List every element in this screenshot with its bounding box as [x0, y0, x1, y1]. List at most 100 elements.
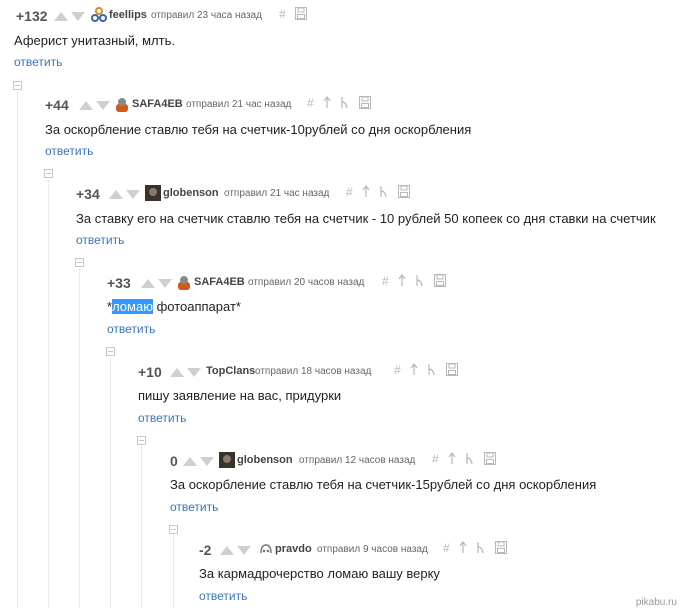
comment-actions: # [382, 274, 452, 290]
comment-actions: # [279, 7, 313, 23]
arrow-up-icon[interactable] [459, 541, 467, 555]
vote-down-icon[interactable] [237, 546, 251, 555]
vote-controls [109, 190, 143, 200]
arrow-up-icon[interactable] [448, 452, 456, 466]
comment-text: За оскорбление ставлю тебя на счетчик-15… [170, 477, 597, 492]
comment-author[interactable]: SAFA4EB [194, 276, 245, 288]
comment-actions: # [394, 363, 464, 379]
vote-up-icon[interactable] [109, 190, 123, 199]
vote-down-icon[interactable] [71, 12, 85, 21]
collapse-toggle-icon[interactable] [75, 258, 84, 267]
avatar[interactable] [258, 541, 274, 557]
link-icon[interactable]: # [279, 7, 286, 21]
watermark: pikabu.ru [635, 597, 677, 608]
branch-icon[interactable] [476, 541, 485, 555]
thread-line[interactable] [141, 447, 142, 607]
comment-2: +34 globenson отправил 21 час назад # За… [0, 182, 683, 247]
vote-up-icon[interactable] [54, 12, 68, 21]
thread-line[interactable] [110, 358, 111, 607]
comment-author[interactable]: globenson [237, 454, 293, 466]
reply-link[interactable]: ответить [199, 589, 247, 603]
save-icon[interactable] [483, 452, 496, 466]
comment-text: Аферист унитазный, млть. [14, 33, 175, 48]
comment-header: +34 globenson отправил 21 час назад # [0, 182, 683, 204]
comment-rating: +44 [45, 97, 69, 113]
comment-header: +132 feellips отправил 23 часа назад # [0, 4, 683, 26]
avatar[interactable] [91, 7, 107, 23]
save-icon[interactable] [445, 363, 458, 377]
vote-down-icon[interactable] [126, 190, 140, 199]
comment-actions: # [432, 452, 502, 468]
thread-line[interactable] [17, 92, 18, 607]
link-icon[interactable]: # [346, 185, 353, 199]
link-icon[interactable]: # [382, 274, 389, 288]
save-icon[interactable] [494, 541, 507, 555]
avatar[interactable] [145, 185, 161, 201]
comment-author[interactable]: feellips [109, 9, 147, 21]
vote-down-icon[interactable] [158, 279, 172, 288]
arrow-up-icon[interactable] [362, 185, 370, 199]
comment-5: 0 globenson отправил 12 часов назад # За… [0, 449, 683, 514]
link-icon[interactable]: # [432, 452, 439, 466]
save-icon[interactable] [433, 274, 446, 288]
vote-down-icon[interactable] [200, 457, 214, 466]
reply-link[interactable]: ответить [14, 55, 62, 69]
comment-time: отправил 20 часов назад [248, 277, 365, 288]
comment-time: отправил 9 часов назад [317, 544, 428, 555]
vote-down-icon[interactable] [187, 368, 201, 377]
comment-text: За кармадрочерство ломаю вашу верку [199, 566, 440, 581]
branch-icon[interactable] [465, 452, 474, 466]
vote-up-icon[interactable] [220, 546, 234, 555]
comment-rating: 0 [170, 453, 178, 469]
vote-up-icon[interactable] [79, 101, 93, 110]
comment-author[interactable]: SAFA4EB [132, 98, 183, 110]
comment-rating: -2 [199, 542, 212, 558]
comment-author[interactable]: TopClans [206, 365, 255, 377]
collapse-toggle-icon[interactable] [169, 525, 178, 534]
comment-rating: +132 [16, 8, 48, 24]
reply-link[interactable]: ответить [76, 233, 124, 247]
reply-link[interactable]: ответить [107, 322, 155, 336]
save-icon[interactable] [358, 96, 371, 110]
comment-author[interactable]: pravdo [275, 543, 312, 555]
branch-icon[interactable] [427, 363, 436, 377]
vote-up-icon[interactable] [183, 457, 197, 466]
arrow-up-icon[interactable] [398, 274, 406, 288]
comment-header: +44 SAFA4EB отправил 21 час назад # [0, 93, 683, 115]
comment-author[interactable]: globenson [163, 187, 219, 199]
branch-icon[interactable] [379, 185, 388, 199]
collapse-toggle-icon[interactable] [137, 436, 146, 445]
branch-icon[interactable] [415, 274, 424, 288]
comment-rating: +10 [138, 364, 162, 380]
comment-rating: +34 [76, 186, 100, 202]
comment-text: За оскорбление ставлю тебя на счетчик-10… [45, 122, 472, 137]
arrow-up-icon[interactable] [323, 96, 331, 110]
avatar[interactable] [219, 452, 235, 468]
thread-line[interactable] [173, 536, 174, 607]
avatar[interactable] [114, 96, 130, 112]
branch-icon[interactable] [340, 96, 349, 110]
vote-down-icon[interactable] [96, 101, 110, 110]
link-icon[interactable]: # [394, 363, 401, 377]
thread-line[interactable] [79, 269, 80, 607]
collapse-toggle-icon[interactable] [13, 81, 22, 90]
reply-link[interactable]: ответить [138, 411, 186, 425]
reply-link[interactable]: ответить [45, 144, 93, 158]
comment-rating: +33 [107, 275, 131, 291]
link-icon[interactable]: # [443, 541, 450, 555]
vote-up-icon[interactable] [170, 368, 184, 377]
avatar[interactable] [176, 274, 192, 290]
vote-controls [170, 368, 204, 378]
vote-controls [220, 546, 254, 556]
vote-up-icon[interactable] [141, 279, 155, 288]
vote-controls [54, 12, 88, 22]
arrow-up-icon[interactable] [410, 363, 418, 377]
save-icon[interactable] [295, 7, 308, 21]
collapse-toggle-icon[interactable] [44, 169, 53, 178]
link-icon[interactable]: # [307, 96, 314, 110]
collapse-toggle-icon[interactable] [106, 347, 115, 356]
comment-text: За ставку его на счетчик ставлю тебя на … [76, 211, 656, 226]
save-icon[interactable] [397, 185, 410, 199]
thread-line[interactable] [48, 180, 49, 607]
reply-link[interactable]: ответить [170, 500, 218, 514]
